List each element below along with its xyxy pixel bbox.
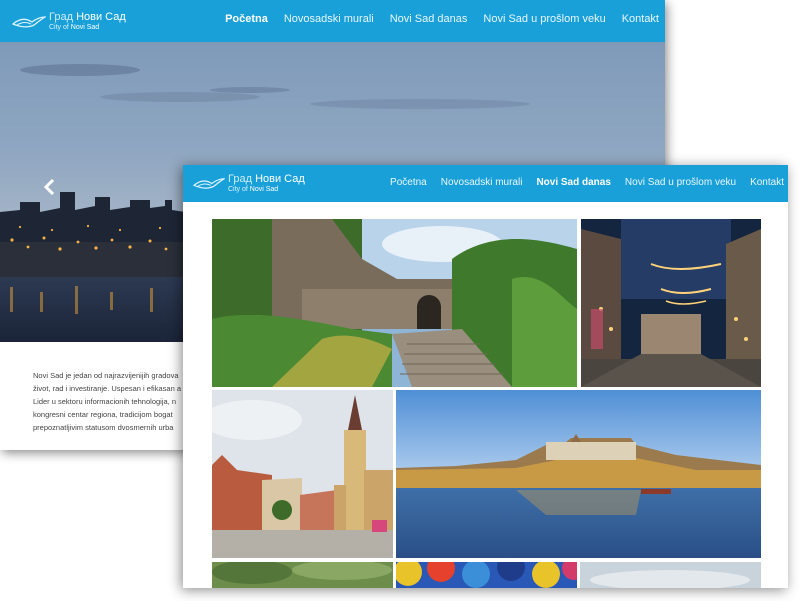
bird-logo-icon [12,15,46,27]
cathedral-photo [212,390,393,558]
main-menu: Početna Novosadski murali Novi Sad danas… [209,13,659,25]
logo-subtext-novi-sad: Novi Sad [70,24,100,31]
logo-text-novi-sad: Нови Сад [255,173,305,185]
logo-subtext-city-of: City of [228,186,248,193]
site-logo[interactable]: Град Нови Сад City of Novi Sad [193,174,305,193]
nav-item-novi-sad-u-proslom-veku[interactable]: Novi Sad u prošlom veku [483,13,605,25]
gallery-image-danube-river[interactable] [396,390,761,558]
nav-item-pocetna[interactable]: Početna [225,13,268,25]
logo-subtext-city-of: City of [49,24,69,31]
logo-text-novi-sad: Нови Сад [76,11,126,23]
nav-item-novi-sad-u-proslom-veku[interactable]: Novi Sad u prošlom veku [625,177,736,188]
gallery-image-cathedral[interactable] [212,390,393,558]
nav-item-novi-sad-danas[interactable]: Novi Sad danas [390,13,468,25]
danube-river-photo [396,390,761,558]
intro-line: prepoznatljivim statusom dvosmernih urba [33,423,174,432]
logo-subtext-novi-sad: Novi Sad [249,186,279,193]
nav-item-pocetna[interactable]: Početna [390,177,427,188]
park-photo [212,562,393,588]
logo-text-grad: Град [49,11,73,23]
nav-item-kontakt[interactable]: Kontakt [622,13,659,25]
fortress-stairs-photo [212,219,577,387]
intro-line: Lider u sektoru informacionih tehnologij… [33,397,177,406]
nav-item-novi-sad-danas[interactable]: Novi Sad danas [536,177,610,188]
umbrellas-photo [396,562,577,588]
sky-photo [580,562,761,588]
gallery-image-sky[interactable] [580,562,761,588]
intro-text: Novi Sad je jedan od najrazvijenijih gra… [33,369,183,434]
gallery-image-fortress-stairs[interactable] [212,219,577,387]
gallery-image-night-street[interactable] [581,219,761,387]
chevron-left-icon [44,179,55,195]
nav-item-kontakt[interactable]: Kontakt [750,177,784,188]
intro-line: kongresni centar regiona, tradicijom bog… [33,410,173,419]
front-navbar: Град Нови Сад City of Novi Sad Početna N… [183,165,788,202]
bird-logo-icon [193,178,225,189]
night-street-photo [581,219,761,387]
logo-text-grad: Град [228,173,252,185]
front-browser-window: Град Нови Сад City of Novi Sad Početna N… [183,165,788,588]
main-menu: Početna Novosadski murali Novi Sad danas… [376,177,784,188]
back-navbar: Град Нови Сад City of Novi Sad Početna N… [0,0,665,42]
nav-item-novosadski-murali[interactable]: Novosadski murali [441,177,523,188]
hero-prev-arrow[interactable] [44,179,56,195]
nav-item-novosadski-murali[interactable]: Novosadski murali [284,13,374,25]
intro-line: život, rad i investiranje. Uspesan i efi… [33,384,181,393]
gallery-image-park[interactable] [212,562,393,588]
gallery-image-umbrellas[interactable] [396,562,577,588]
intro-line: Novi Sad je jedan od najrazvijenijih gra… [33,371,179,380]
site-logo[interactable]: Град Нови Сад City of Novi Sad [12,12,126,31]
